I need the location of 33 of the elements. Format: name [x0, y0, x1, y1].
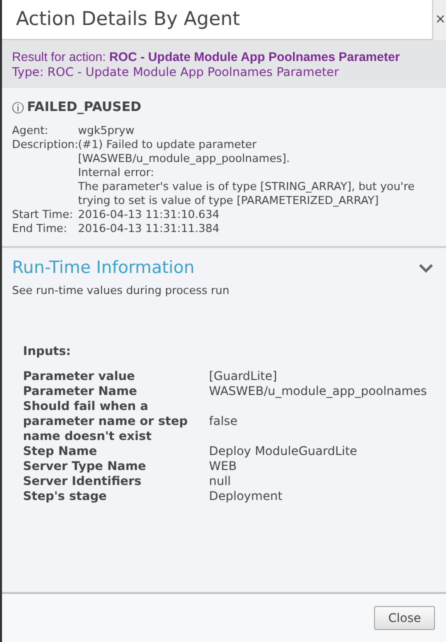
- input-name: Parameter Name: [23, 384, 138, 398]
- field-label: Start Time:: [12, 208, 74, 222]
- input-value: false: [209, 414, 238, 428]
- input-value: null: [209, 474, 231, 488]
- field-value: (#1) Failed to update parameter [WASWEB/u_module_app_poolnames]. Internal error: The parameter's value is of type [STRING_ARRAY], but you're trying to set is value of type [PARAMETERIZED_ARRAY]: [78, 138, 414, 208]
- input-name: Should fail when a parameter name or step name doesn't exist: [23, 398, 189, 444]
- input-value: [GuardLite]: [209, 368, 278, 384]
- section-subtitle: See run-time values during process run: [12, 283, 230, 299]
- input-name: Step's stage: [23, 488, 108, 504]
- type-line: Type: ROC - Update Module App Poolnames Parameter: [12, 65, 340, 80]
- field-label: Agent:: [12, 124, 50, 138]
- field-value: 2016-04-13 11:31:11.384: [78, 222, 220, 236]
- status-text: FAILED_PAUSED: [27, 99, 142, 117]
- input-name: Server Type Name: [23, 458, 148, 474]
- input-value: WEB: [209, 458, 237, 474]
- warning-icon: ⓘ: [12, 98, 24, 117]
- chevron-icon[interactable]: [418, 263, 434, 274]
- field-label: End Time:: [12, 222, 68, 236]
- result-heading: Result for action: ROC - Update Module App Poolnames Parameter: [12, 50, 400, 65]
- window-title: Action Details By Agent: [16, 7, 240, 32]
- close-button[interactable]: Close: [374, 606, 435, 630]
- inputs-heading: Inputs:: [23, 342, 72, 360]
- input-value: WASWEB/u_module_app_poolnames: [209, 384, 427, 398]
- input-name: Step Name: [23, 444, 98, 458]
- input-name: Server Identifiers: [23, 474, 142, 488]
- input-name: Parameter value: [23, 368, 136, 384]
- field-value: wgk5pryw: [78, 124, 134, 138]
- field-label: Description:: [12, 138, 78, 152]
- field-value: 2016-04-13 11:31:10.634: [78, 208, 220, 222]
- close-button[interactable]: ×: [432, 0, 446, 40]
- input-value: Deployment: [209, 488, 282, 504]
- section-title: Run-Time Information: [12, 256, 195, 280]
- input-value: Deploy ModuleGuardLite: [209, 444, 358, 458]
